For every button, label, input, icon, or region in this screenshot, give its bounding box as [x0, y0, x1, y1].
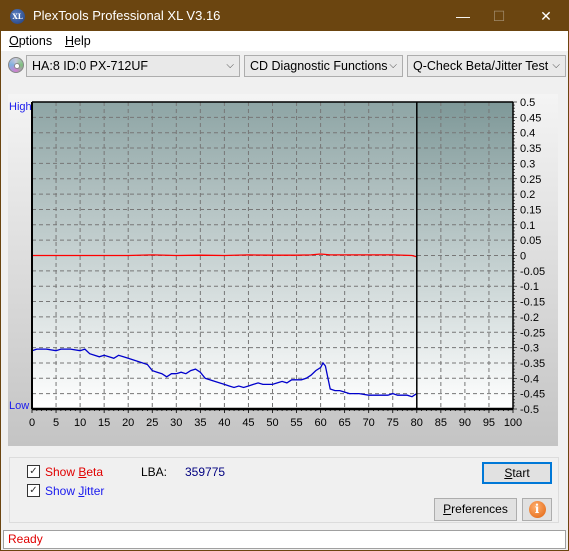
- y-tick-label: -0.5: [520, 404, 539, 416]
- y-tick-label: -0.2: [520, 312, 539, 324]
- function-select-value: CD Diagnostic Functions: [250, 59, 388, 73]
- app-window: XL PlexTools Professional XL V3.16 — ☐ ✕…: [0, 0, 569, 551]
- show-jitter-checkbox[interactable]: ✓: [27, 484, 40, 497]
- x-tick-label: 100: [504, 417, 522, 429]
- show-beta-text-rest: eta: [86, 465, 104, 479]
- preferences-button[interactable]: Preferences: [434, 498, 517, 521]
- menu-help[interactable]: Help: [65, 34, 91, 48]
- info-icon: i: [528, 501, 546, 518]
- show-jitter-text-rest: itter: [84, 484, 105, 498]
- x-tick-label: 55: [290, 417, 302, 429]
- status-bar: Ready: [3, 530, 566, 549]
- show-jitter-label[interactable]: Show Jitter: [45, 484, 104, 498]
- x-tick-label: 45: [242, 417, 254, 429]
- chevron-down-icon: ⌵: [389, 60, 397, 71]
- menu-options-mnemonic: O: [9, 34, 19, 48]
- window-title: PlexTools Professional XL V3.16: [33, 8, 221, 23]
- x-tick-label: 90: [459, 417, 471, 429]
- lba-label: LBA:: [141, 465, 168, 479]
- show-beta-label[interactable]: Show Beta: [45, 465, 103, 479]
- drive-select-value: HA:8 ID:0 PX-712UF: [32, 59, 149, 73]
- menu-options-label: ptions: [18, 34, 53, 48]
- chart-panel: High Low 0 5 10 15 20 25 30 35 40 45 50 55 60 65 70 75 8…: [8, 94, 558, 446]
- y-tick-label: 0.15: [520, 204, 541, 216]
- app-logo-icon: XL: [10, 9, 25, 24]
- start-label: tart: [512, 466, 530, 480]
- x-tick-label: 70: [363, 417, 375, 429]
- preferences-label: references: [451, 502, 508, 516]
- y-tick-label: 0.5: [520, 97, 535, 109]
- test-select-value: Q-Check Beta/Jitter Test: [413, 59, 549, 73]
- function-select[interactable]: CD Diagnostic Functions ⌵: [244, 55, 403, 77]
- menu-options[interactable]: Options: [9, 34, 52, 48]
- x-tick-label: 10: [74, 417, 86, 429]
- y-tick-label: -0.35: [520, 358, 545, 370]
- x-tick-label: 5: [53, 417, 59, 429]
- y-tick-label: 0.35: [520, 143, 541, 155]
- y-tick-label: -0.05: [520, 266, 545, 278]
- chevron-down-icon: ⌵: [226, 60, 234, 71]
- show-jitter-text: Show: [45, 484, 79, 498]
- menu-bar: Options Help: [1, 31, 568, 51]
- cd-drive-icon: [8, 57, 24, 73]
- drive-select[interactable]: HA:8 ID:0 PX-712UF ⌵: [26, 55, 240, 77]
- y-tick-label: -0.25: [520, 327, 545, 339]
- x-tick-label: 0: [29, 417, 35, 429]
- x-tick-label: 40: [218, 417, 230, 429]
- beta-jitter-chart: 0 5 10 15 20 25 30 35 40 45 50 55 60 65 70 75 80 85 90 95 10…: [29, 97, 545, 429]
- preferences-mnemonic: P: [443, 502, 452, 516]
- y-tick-label: 0.4: [520, 128, 535, 140]
- y-tick-label: 0.45: [520, 112, 541, 124]
- info-button[interactable]: i: [522, 498, 552, 521]
- x-tick-label: 80: [411, 417, 423, 429]
- y-tick-label: 0: [520, 251, 526, 263]
- maximize-button[interactable]: ☐: [484, 5, 514, 27]
- y-tick-label: -0.15: [520, 297, 545, 309]
- x-tick-label: 15: [98, 417, 110, 429]
- y-tick-label: 0.2: [520, 189, 535, 201]
- y-tick-label: -0.4: [520, 373, 539, 385]
- toolbar: HA:8 ID:0 PX-712UF ⌵ CD Diagnostic Funct…: [1, 51, 568, 81]
- x-tick-label: 50: [266, 417, 278, 429]
- x-tick-label: 85: [435, 417, 447, 429]
- x-tick-label: 25: [146, 417, 158, 429]
- test-select[interactable]: Q-Check Beta/Jitter Test ⌵: [407, 55, 566, 77]
- show-beta-text: Show: [45, 465, 79, 479]
- menu-help-label: elp: [74, 34, 91, 48]
- x-tick-label: 75: [387, 417, 399, 429]
- close-button[interactable]: ✕: [531, 5, 561, 27]
- menu-help-mnemonic: H: [65, 34, 75, 48]
- y-tick-label: 0.1: [520, 220, 535, 232]
- x-tick-label: 60: [314, 417, 326, 429]
- show-beta-checkbox[interactable]: ✓: [27, 465, 40, 478]
- chevron-down-icon: ⌵: [552, 60, 560, 71]
- x-tick-label: 35: [194, 417, 206, 429]
- y-tick-label: 0.3: [520, 158, 535, 170]
- y-tick-label: 0.05: [520, 235, 541, 247]
- start-button[interactable]: Start: [482, 462, 552, 484]
- y-tick-label: -0.3: [520, 343, 539, 355]
- x-tick-label: 65: [339, 417, 351, 429]
- y-tick-label: -0.45: [520, 389, 545, 401]
- lba-value: 359775: [185, 465, 226, 479]
- x-tick-label: 30: [170, 417, 182, 429]
- y-tick-label: 0.25: [520, 174, 541, 186]
- minimize-button[interactable]: —: [448, 5, 478, 27]
- x-tick-label: 20: [122, 417, 134, 429]
- title-bar: XL PlexTools Professional XL V3.16 — ☐ ✕: [1, 1, 568, 31]
- y-tick-label: -0.1: [520, 281, 539, 293]
- options-panel: ✓ Show Beta ✓ Show Jitter LBA: 359775 St…: [9, 457, 559, 523]
- x-tick-label: 95: [483, 417, 495, 429]
